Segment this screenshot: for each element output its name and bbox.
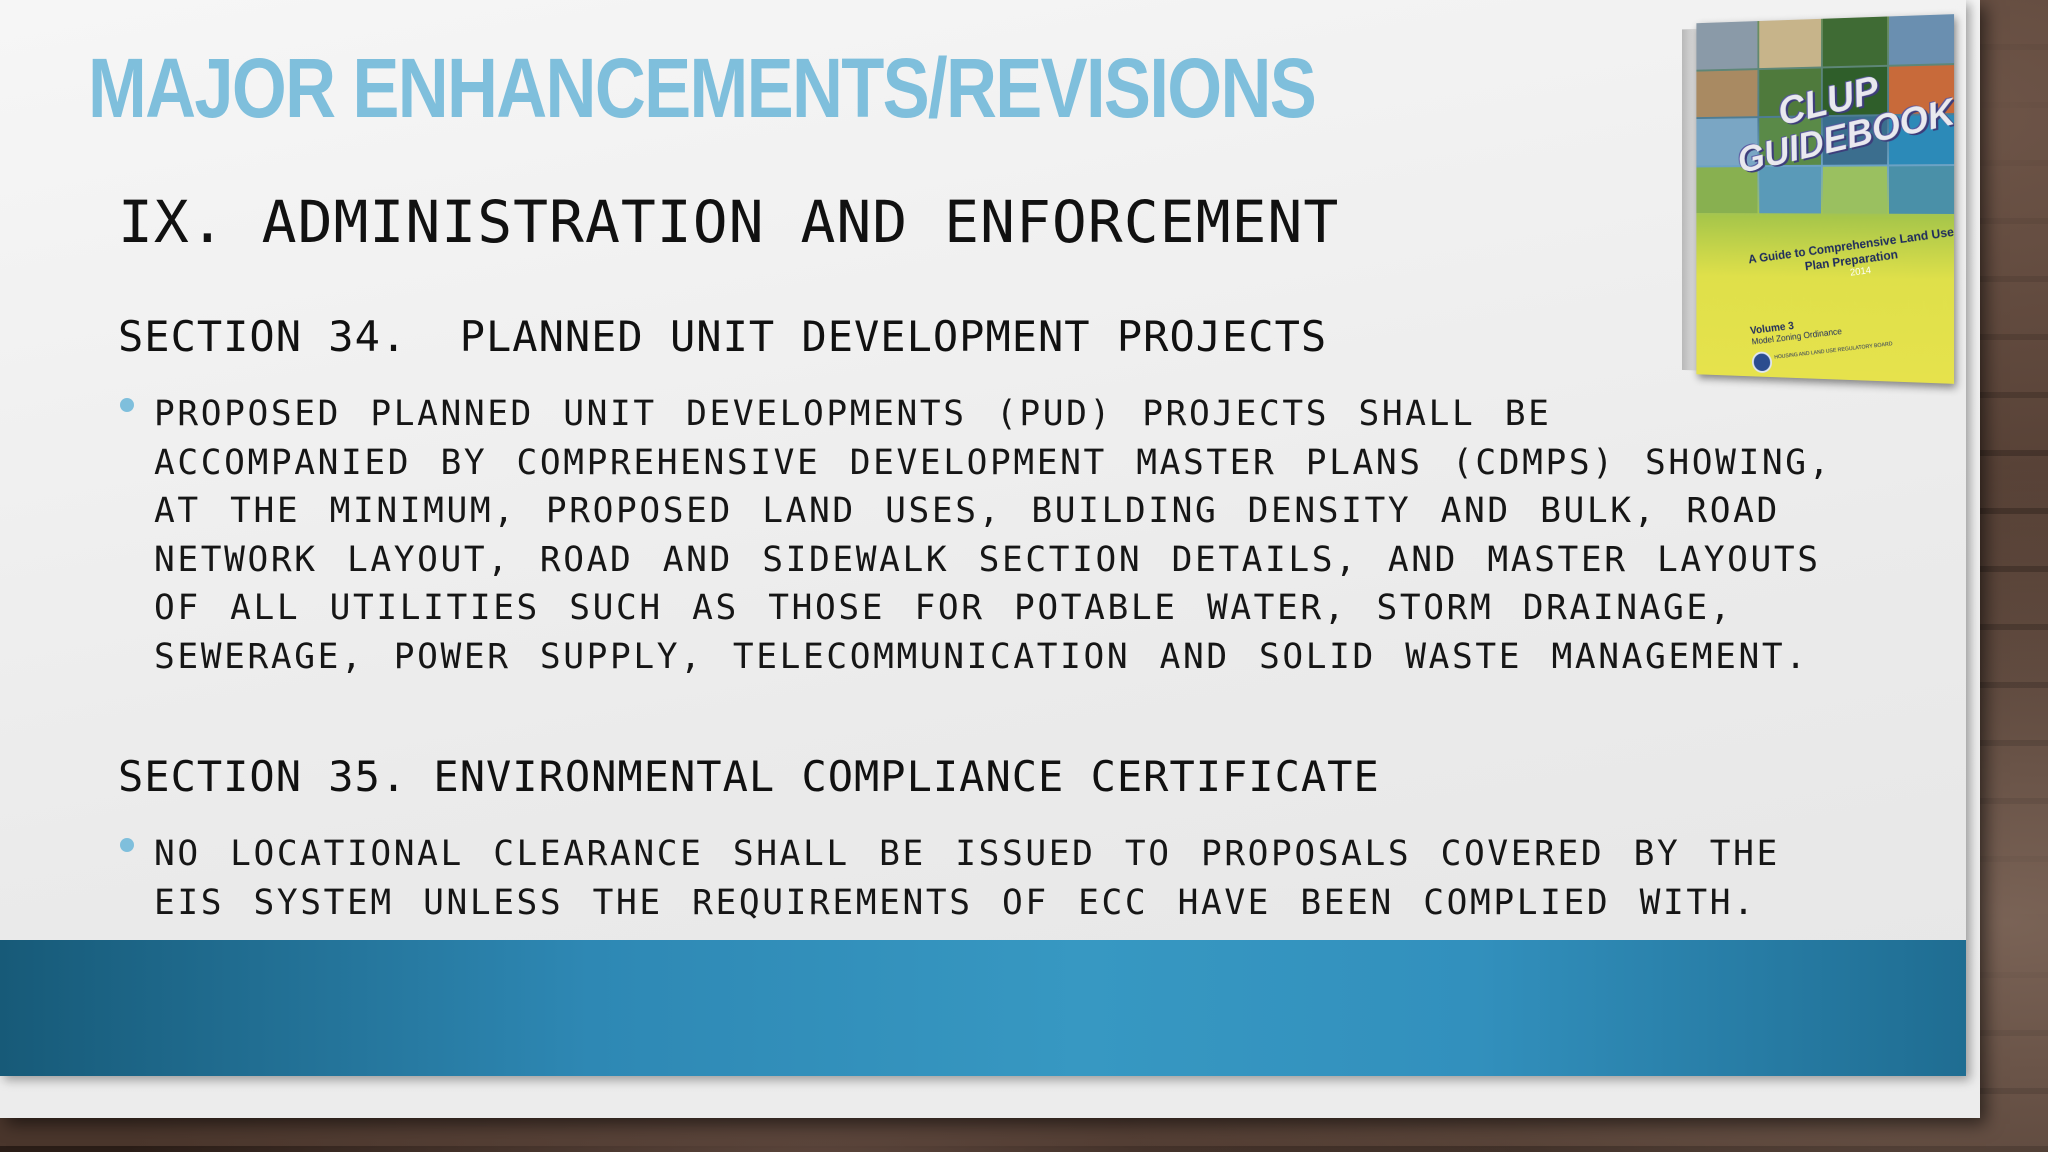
chapter-heading: IX. ADMINISTRATION AND ENFORCEMENT [118, 188, 1340, 256]
footer-band [0, 940, 1966, 1076]
slide-title: MAJOR ENHANCEMENTS/REVISIONS [88, 41, 1317, 135]
section-35-heading: SECTION 35. ENVIRONMENTAL COMPLIANCE CER… [118, 752, 1380, 801]
book-publisher: HOUSING AND LAND USE REGULATORY BOARD [1774, 341, 1894, 361]
book-volume: Volume 3 Model Zoning Ordinance [1750, 304, 1939, 348]
section-35-bullet: NO LOCATIONAL CLEARANCE SHALL BE ISSUED … [154, 834, 1780, 923]
section-34-bullet: PROPOSED PLANNED UNIT DEVELOPMENTS (PUD)… [154, 394, 1832, 677]
slide-frame: MAJOR ENHANCEMENTS/REVISIONS IX. ADMINIS… [0, 0, 1980, 1118]
book-volume-number: Volume 3 [1749, 320, 1795, 337]
hlurb-seal-icon [1751, 351, 1773, 374]
section-34-heading: SECTION 34. PLANNED UNIT DEVELOPMENT PRO… [118, 312, 1328, 361]
book-year: 2014 [1849, 265, 1872, 279]
slide: MAJOR ENHANCEMENTS/REVISIONS IX. ADMINIS… [0, 0, 1966, 1076]
book-cover: CLUP GUIDEBOOK A Guide to Comprehensive … [1696, 14, 1955, 384]
bullet-dot-icon [120, 398, 134, 412]
bullet-dot-icon [120, 838, 134, 852]
clup-guidebook-cover: CLUP GUIDEBOOK A Guide to Comprehensive … [1682, 6, 1958, 384]
